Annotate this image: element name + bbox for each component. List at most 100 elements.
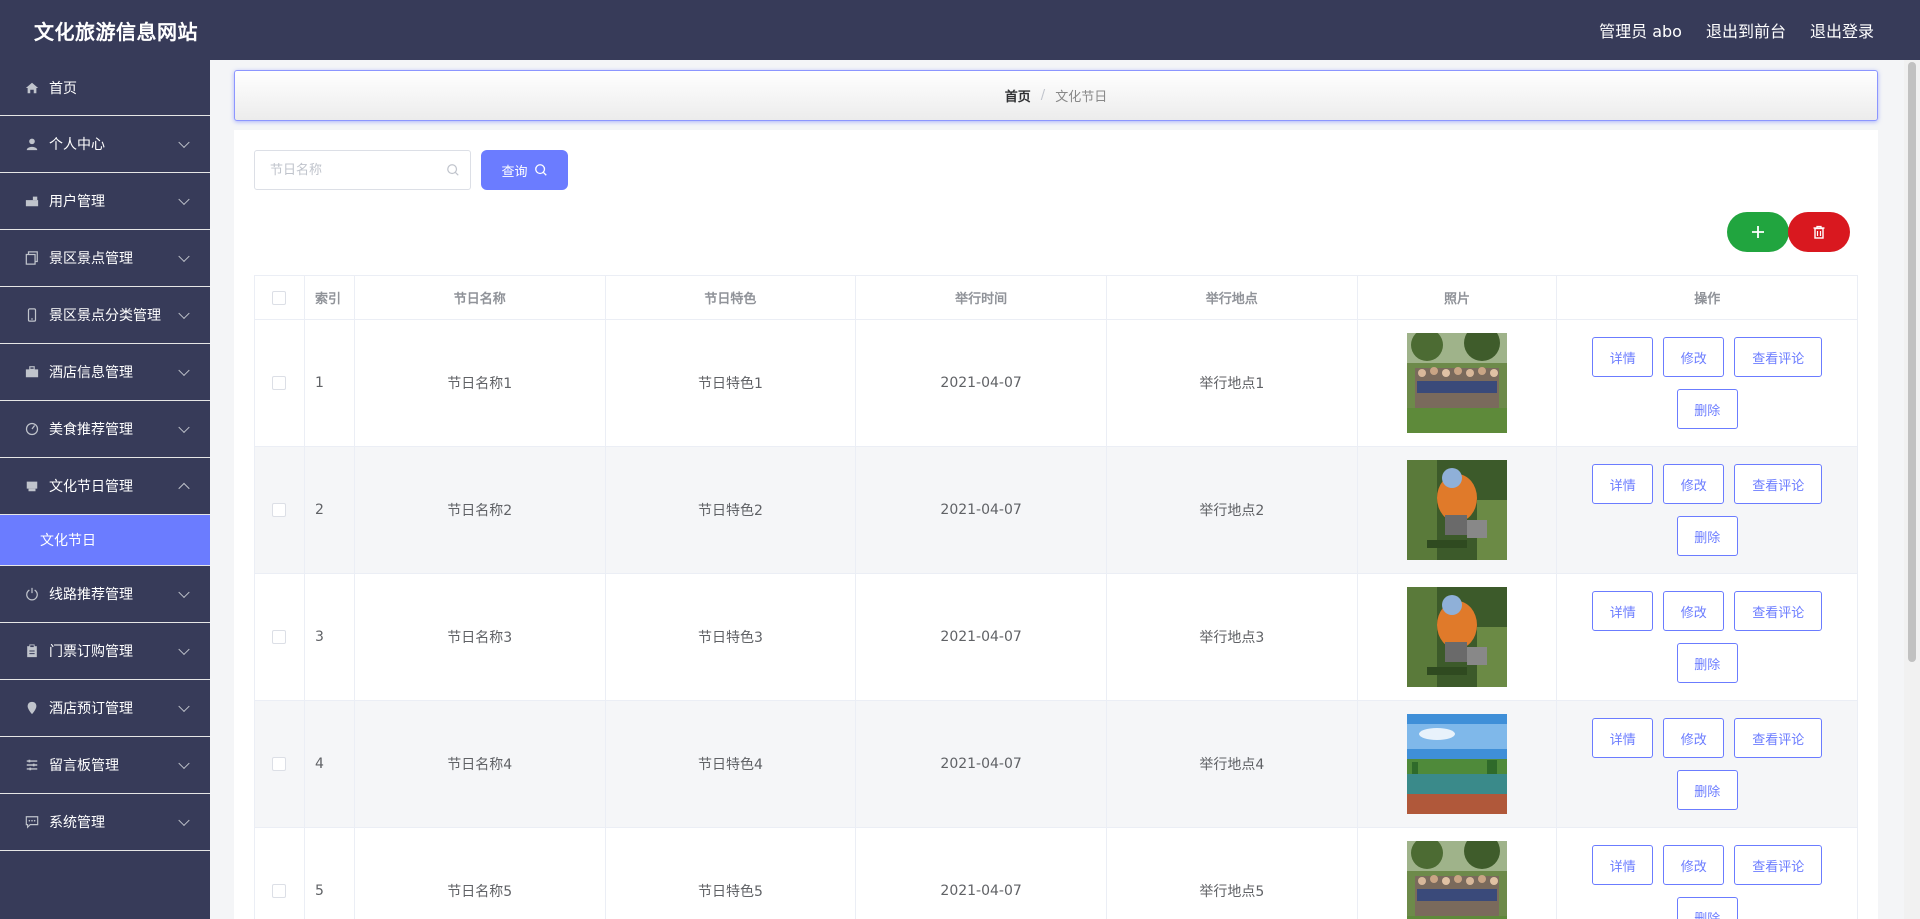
edit-button[interactable]: 修改 [1663, 845, 1725, 885]
add-button[interactable] [1727, 212, 1789, 252]
delete-button[interactable]: 删除 [1676, 897, 1738, 919]
table-header-row: 索引 节日名称 节日特色 举行时间 举行地点 照片 操作 [255, 276, 1857, 320]
delete-button[interactable]: 删除 [1676, 389, 1738, 429]
breadcrumb-home[interactable]: 首页 [1005, 86, 1031, 105]
vertical-scrollbar[interactable] [1904, 60, 1920, 919]
sidebar-item-label: 景区景点分类管理 [49, 308, 161, 324]
sidebar-item-message-board[interactable]: 留言板管理 [0, 737, 210, 794]
sidebar-item-label: 个人中心 [49, 137, 105, 153]
scrollbar-thumb[interactable] [1908, 62, 1916, 662]
batch-delete-button[interactable] [1788, 212, 1850, 252]
row-place: 举行地点5 [1107, 828, 1358, 919]
chevron-down-icon [178, 364, 190, 377]
detail-button[interactable]: 详情 [1592, 464, 1654, 504]
sidebar-item-scenic[interactable]: 景区景点管理 [0, 230, 210, 287]
main-content: 首页 / 文化节日 查询 索引 节日名称 节日特色 举行时间 举行地点 [210, 60, 1904, 919]
mobile-icon [24, 307, 40, 323]
row-photo-cell [1358, 320, 1558, 446]
view-comments-button[interactable]: 查看评论 [1734, 337, 1823, 377]
detail-button[interactable]: 详情 [1592, 591, 1654, 631]
site-title: 文化旅游信息网站 [34, 19, 198, 44]
row-photo-cell [1358, 574, 1558, 700]
view-comments-button[interactable]: 查看评论 [1734, 591, 1823, 631]
row-time: 2021-04-07 [856, 447, 1107, 573]
sidebar-item-system[interactable]: 系统管理 [0, 794, 210, 851]
detail-button[interactable]: 详情 [1592, 337, 1654, 377]
header-festival-name: 节日名称 [355, 276, 606, 319]
row-checkbox[interactable] [272, 884, 287, 898]
header-photo: 照片 [1358, 276, 1558, 319]
chevron-down-icon [178, 757, 190, 770]
location-icon [24, 700, 40, 716]
sidebar-item-users[interactable]: 用户管理 [0, 173, 210, 230]
edit-button[interactable]: 修改 [1663, 591, 1725, 631]
sidebar-item-home[interactable]: 首页 [0, 60, 210, 116]
top-header: 文化旅游信息网站 管理员 abo 退出到前台 退出登录 [0, 0, 1920, 60]
printer-icon [24, 478, 40, 494]
copy-icon [24, 250, 40, 266]
table-row: 1 节日名称1 节日特色1 2021-04-07 举行地点1 详情 修改 查看评… [255, 320, 1857, 447]
sidebar-item-label: 系统管理 [49, 815, 105, 831]
row-checkbox[interactable] [272, 503, 287, 517]
edit-button[interactable]: 修改 [1663, 337, 1725, 377]
select-all-checkbox[interactable] [272, 290, 287, 305]
row-select-cell [255, 320, 305, 446]
header-actions: 管理员 abo 退出到前台 退出登录 [1599, 18, 1874, 42]
row-actions: 详情 修改 查看评论 删除 [1557, 701, 1857, 827]
row-actions: 详情 修改 查看评论 删除 [1557, 447, 1857, 573]
detail-button[interactable]: 详情 [1592, 718, 1654, 758]
delete-button[interactable]: 删除 [1676, 643, 1738, 683]
sidebar-item-route[interactable]: 线路推荐管理 [0, 566, 210, 623]
chevron-down-icon [178, 814, 190, 827]
chevron-up-icon [178, 482, 190, 495]
admin-label: 管理员 abo [1599, 22, 1682, 41]
row-photo-cell [1358, 701, 1558, 827]
sidebar-item-scenic-category[interactable]: 景区景点分类管理 [0, 287, 210, 344]
view-comments-button[interactable]: 查看评论 [1734, 464, 1823, 504]
chevron-down-icon [178, 136, 190, 149]
row-festival-feature: 节日特色1 [606, 320, 857, 446]
row-checkbox[interactable] [272, 630, 287, 644]
delete-button[interactable]: 删除 [1676, 770, 1738, 810]
row-place: 举行地点3 [1107, 574, 1358, 700]
users-icon [24, 193, 40, 209]
festival-name-search-input[interactable] [255, 151, 435, 189]
view-comments-button[interactable]: 查看评论 [1734, 718, 1823, 758]
row-checkbox[interactable] [272, 376, 287, 390]
back-to-frontend-link[interactable]: 退出到前台 [1706, 18, 1786, 42]
home-icon [24, 80, 40, 96]
breadcrumb-current: 文化节日 [1055, 90, 1108, 105]
edit-button[interactable]: 修改 [1663, 718, 1725, 758]
detail-button[interactable]: 详情 [1592, 845, 1654, 885]
sidebar-subitem-festival[interactable]: 文化节日 [0, 515, 210, 566]
search-icon [447, 164, 459, 176]
sidebar-item-hotel-booking[interactable]: 酒店预订管理 [0, 680, 210, 737]
chevron-down-icon [178, 193, 190, 206]
row-festival-feature: 节日特色2 [606, 447, 857, 573]
sidebar-item-festival[interactable]: 文化节日管理 [0, 458, 210, 515]
sidebar-item-hotel-info[interactable]: 酒店信息管理 [0, 344, 210, 401]
row-actions: 详情 修改 查看评论 删除 [1557, 574, 1857, 700]
briefcase-icon [24, 364, 40, 380]
row-checkbox[interactable] [272, 757, 287, 771]
row-photo-cell [1358, 828, 1558, 919]
row-select-cell [255, 574, 305, 700]
logout-link[interactable]: 退出登录 [1810, 18, 1874, 42]
row-index: 5 [305, 828, 355, 919]
sidebar-item-food[interactable]: 美食推荐管理 [0, 401, 210, 458]
delete-button[interactable]: 删除 [1676, 516, 1738, 556]
search-box [254, 150, 471, 190]
view-comments-button[interactable]: 查看评论 [1734, 845, 1823, 885]
row-time: 2021-04-07 [856, 701, 1107, 827]
row-festival-name: 节日名称2 [355, 447, 606, 573]
sidebar-item-label: 景区景点管理 [49, 251, 133, 267]
header-select-all-cell [255, 276, 305, 319]
row-index: 2 [305, 447, 355, 573]
edit-button[interactable]: 修改 [1663, 464, 1725, 504]
sidebar-item-profile[interactable]: 个人中心 [0, 116, 210, 173]
sidebar-item-ticket[interactable]: 门票订购管理 [0, 623, 210, 680]
query-button[interactable]: 查询 [481, 150, 568, 190]
table-row: 2 节日名称2 节日特色2 2021-04-07 举行地点2 详情 修改 查看评… [255, 447, 1857, 574]
sidebar: 首页 个人中心 用户管理 景区景点管理 景区景点分类管理 酒店信息管理 美食推荐… [0, 60, 210, 919]
header-index: 索引 [305, 276, 355, 319]
